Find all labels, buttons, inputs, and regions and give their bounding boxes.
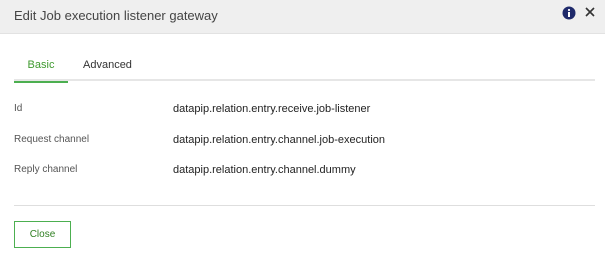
reply-channel-value: datapip.relation.entry.channel.dummy [173, 164, 356, 176]
request-channel-value: datapip.relation.entry.channel.job-execu… [173, 134, 385, 146]
reply-channel-label: Reply channel [14, 164, 78, 175]
request-channel-label: Request channel [14, 134, 90, 145]
dialog-header: Edit Job execution listener gateway [0, 0, 605, 34]
info-circle-icon[interactable] [562, 6, 576, 20]
close-button[interactable]: Close [14, 221, 71, 248]
dialog-title: Edit Job execution listener gateway [14, 8, 218, 23]
edit-dialog: Edit Job execution listener gateway Basi… [0, 0, 605, 259]
id-label: Id [14, 103, 23, 114]
tab-basic[interactable]: Basic [14, 59, 68, 83]
id-value: datapip.relation.entry.receive.job-liste… [173, 103, 371, 115]
close-icon[interactable] [583, 5, 597, 19]
footer-divider [14, 205, 595, 206]
tab-advanced[interactable]: Advanced [83, 59, 132, 81]
tab-bar: Basic Advanced [14, 55, 595, 83]
